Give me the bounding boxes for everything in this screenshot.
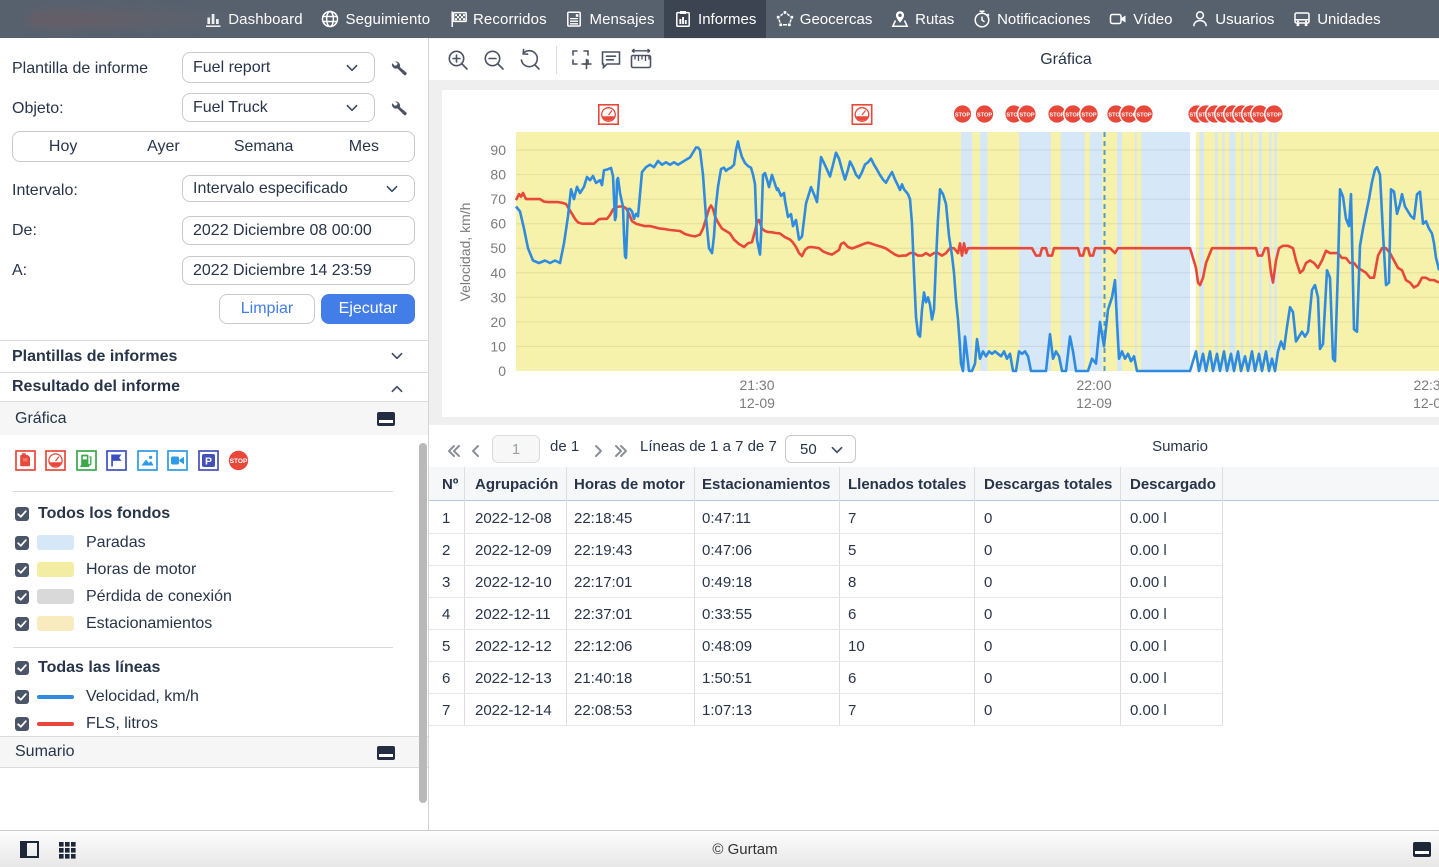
- svg-text:STOP: STOP: [1049, 112, 1064, 118]
- svg-text:STOP: STOP: [955, 112, 970, 118]
- svg-text:40: 40: [490, 265, 506, 281]
- svg-text:90: 90: [490, 142, 506, 158]
- svg-text:P: P: [204, 456, 211, 468]
- svg-text:STOP: STOP: [1065, 112, 1080, 118]
- svg-text:STOP: STOP: [1081, 112, 1096, 118]
- svg-text:12-09: 12-09: [1413, 395, 1439, 411]
- svg-text:10: 10: [490, 338, 506, 354]
- svg-text:STOP: STOP: [977, 112, 992, 118]
- svg-text:60: 60: [490, 216, 506, 232]
- svg-text:STOP: STOP: [1266, 112, 1281, 118]
- svg-text:21:30: 21:30: [739, 377, 774, 393]
- svg-text:0: 0: [498, 363, 506, 379]
- svg-text:12-09: 12-09: [1076, 395, 1112, 411]
- svg-text:STOP: STOP: [1136, 112, 1151, 118]
- svg-text:22:00: 22:00: [1076, 377, 1111, 393]
- svg-text:STOP: STOP: [230, 458, 248, 465]
- svg-text:80: 80: [490, 167, 506, 183]
- svg-text:22:30: 22:30: [1413, 377, 1439, 393]
- svg-text:Velocidad, km/h: Velocidad, km/h: [457, 203, 473, 302]
- svg-text:30: 30: [490, 289, 506, 305]
- svg-text:12-09: 12-09: [739, 395, 775, 411]
- svg-text:20: 20: [490, 314, 506, 330]
- svg-text:STOP: STOP: [1019, 112, 1034, 118]
- svg-text:50: 50: [490, 240, 506, 256]
- svg-text:70: 70: [490, 191, 506, 207]
